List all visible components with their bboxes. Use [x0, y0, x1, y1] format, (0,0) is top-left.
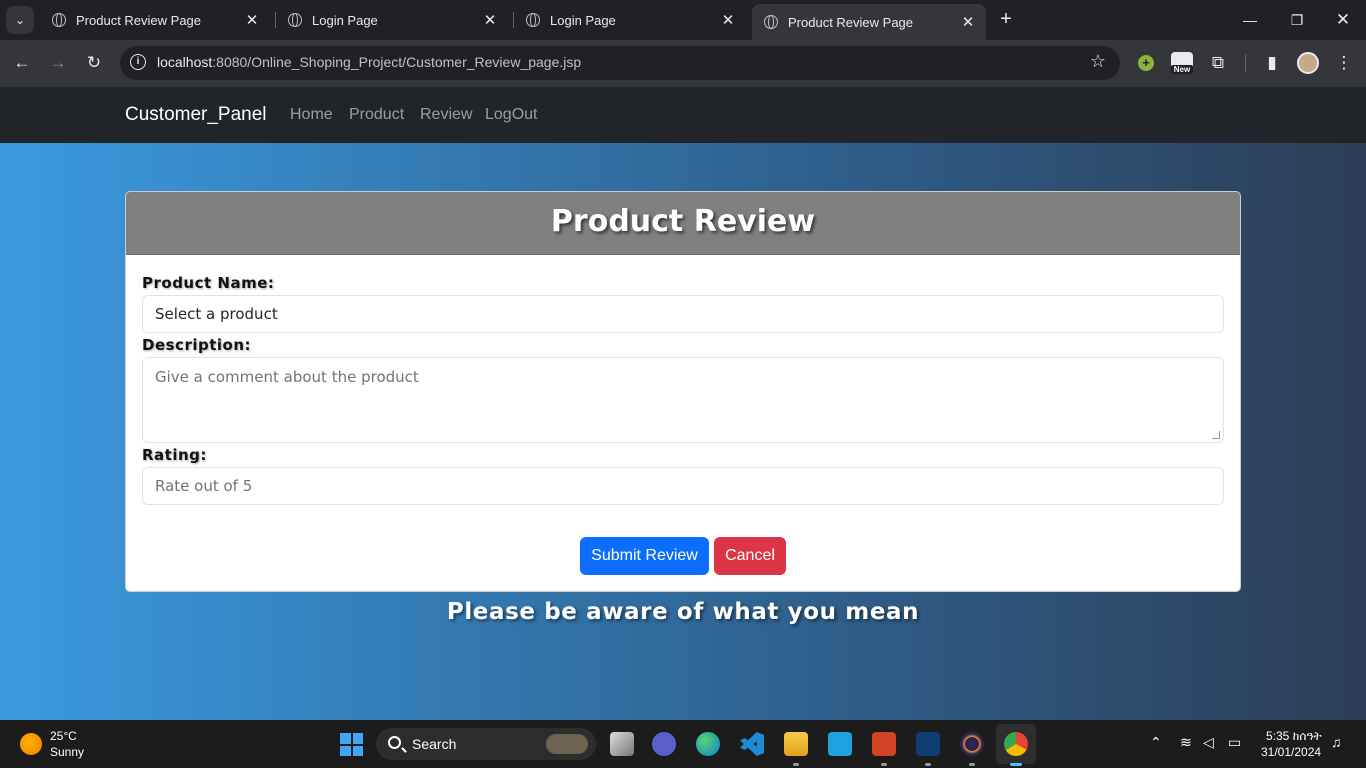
- review-form-card: Product Review Product Name: Select a pr…: [125, 191, 1241, 592]
- rating-input[interactable]: Rate out of 5: [142, 467, 1224, 505]
- cancel-button[interactable]: Cancel: [714, 537, 786, 575]
- tab-title: Login Page: [312, 12, 378, 28]
- close-icon[interactable]: ✕: [480, 11, 500, 29]
- windows-start-icon[interactable]: [340, 733, 363, 756]
- close-icon[interactable]: ✕: [718, 11, 738, 29]
- close-icon[interactable]: ✕: [242, 11, 262, 29]
- weather-sun-icon[interactable]: [20, 733, 42, 755]
- search-label: Search: [412, 736, 457, 752]
- active-indicator: [1010, 763, 1022, 766]
- globe-icon: [52, 13, 66, 27]
- desktop-app-icon[interactable]: [828, 732, 852, 756]
- volume-icon[interactable]: ◁: [1203, 734, 1214, 751]
- running-indicator: [793, 763, 799, 766]
- eclipse-icon[interactable]: [960, 732, 984, 756]
- running-indicator: [969, 763, 975, 766]
- browser-tab-2[interactable]: Login Page ✕: [276, 6, 508, 34]
- browser-tab-3[interactable]: Login Page ✕: [514, 6, 746, 34]
- address-bar[interactable]: i localhost:8080/Online_Shoping_Project/…: [120, 46, 1120, 80]
- tray-chevron-up-icon[interactable]: ⌃: [1150, 734, 1162, 751]
- rating-placeholder: Rate out of 5: [155, 477, 253, 495]
- teams-chat-icon[interactable]: [652, 732, 676, 756]
- profile-avatar[interactable]: [1297, 52, 1319, 74]
- file-explorer-icon[interactable]: [784, 732, 808, 756]
- tab-title: Product Review Page: [76, 12, 202, 28]
- browser-menu-kebab-icon[interactable]: ⋮: [1331, 50, 1357, 76]
- url-host: localhost: [157, 54, 213, 70]
- nav-link-review[interactable]: Review: [420, 106, 472, 124]
- clock-time[interactable]: 5:35 ከሰዓት: [1266, 729, 1322, 744]
- toolbar-separator: [1245, 54, 1246, 72]
- product-select-value: Select a product: [155, 305, 278, 323]
- browser-tab-4-active[interactable]: Product Review Page ✕: [752, 4, 986, 40]
- globe-icon: [526, 13, 540, 27]
- task-view-icon[interactable]: [610, 732, 634, 756]
- browser-toolbar: ← → ↻ i localhost:8080/Online_Shoping_Pr…: [0, 40, 1366, 87]
- navbar-brand[interactable]: Customer_Panel: [125, 104, 267, 126]
- browser-tab-strip: ⌄ Product Review Page ✕ Login Page ✕ Log…: [0, 0, 1366, 40]
- extension-new-badge: New: [1171, 65, 1193, 74]
- nav-link-product[interactable]: Product: [349, 106, 404, 124]
- wifi-icon[interactable]: ≋: [1180, 734, 1192, 751]
- weather-temperature[interactable]: 25°C: [50, 729, 77, 743]
- vscode-icon[interactable]: [740, 732, 764, 756]
- taskbar-search[interactable]: Search: [376, 728, 596, 760]
- running-indicator: [881, 763, 887, 766]
- taskbar: 25°C Sunny Search ⌃ ≋ ◁ ▭ 5:35 ከሰዓት 31/0…: [0, 720, 1366, 768]
- url-path: :8080/Online_Shoping_Project/Customer_Re…: [212, 54, 582, 70]
- forward-arrow-icon[interactable]: →: [45, 50, 71, 76]
- nav-link-home[interactable]: Home: [290, 106, 333, 124]
- chrome-icon[interactable]: [1004, 732, 1028, 756]
- description-placeholder: Give a comment about the product: [155, 368, 419, 386]
- mysql-workbench-icon[interactable]: [916, 732, 940, 756]
- tab-search-chevron-icon[interactable]: ⌄: [6, 6, 34, 34]
- new-tab-plus-icon[interactable]: +: [994, 8, 1018, 32]
- site-info-icon[interactable]: i: [130, 54, 146, 70]
- close-icon[interactable]: ✕: [958, 13, 978, 31]
- restore-icon[interactable]: ❐: [1285, 8, 1309, 32]
- extension-new-icon[interactable]: New: [1171, 52, 1193, 74]
- description-textarea[interactable]: Give a comment about the product: [142, 357, 1224, 443]
- product-select[interactable]: Select a product: [142, 295, 1224, 333]
- bookmark-star-icon[interactable]: ☆: [1090, 51, 1106, 72]
- clock-date[interactable]: 31/01/2024: [1261, 745, 1321, 759]
- weather-description[interactable]: Sunny: [50, 745, 84, 759]
- card-header: Product Review: [126, 192, 1240, 255]
- notification-bell-icon[interactable]: ♫: [1331, 734, 1342, 750]
- extension-plus-icon[interactable]: +: [1138, 55, 1154, 71]
- submit-review-button[interactable]: Submit Review: [580, 537, 709, 575]
- product-name-label: Product Name:: [142, 274, 275, 292]
- reload-icon[interactable]: ↻: [81, 50, 107, 76]
- globe-icon: [764, 15, 778, 29]
- minimize-icon[interactable]: —: [1238, 8, 1262, 32]
- form-title: Product Review: [550, 204, 816, 239]
- back-arrow-icon[interactable]: ←: [9, 50, 35, 76]
- url-text[interactable]: localhost:8080/Online_Shoping_Project/Cu…: [157, 54, 581, 70]
- extensions-puzzle-icon[interactable]: ⧉: [1205, 50, 1231, 76]
- running-indicator: [925, 763, 931, 766]
- search-highlight-icon: [546, 734, 588, 754]
- browser-tab-1[interactable]: Product Review Page ✕: [40, 6, 270, 34]
- tab-title: Login Page: [550, 12, 616, 28]
- rating-label: Rating:: [142, 446, 207, 464]
- footer-note: Please be aware of what you mean: [446, 599, 920, 625]
- side-panel-icon[interactable]: ▮: [1259, 50, 1285, 76]
- page-content: Customer_Panel Home Product Review LogOu…: [0, 87, 1366, 720]
- battery-icon[interactable]: ▭: [1228, 734, 1241, 751]
- search-icon: [388, 736, 401, 749]
- globe-icon: [288, 13, 302, 27]
- description-label: Description:: [142, 336, 252, 354]
- edge-browser-icon[interactable]: [696, 732, 720, 756]
- nav-link-logout[interactable]: LogOut: [485, 106, 537, 124]
- navbar: Customer_Panel Home Product Review LogOu…: [0, 87, 1366, 143]
- window-close-icon[interactable]: ✕: [1331, 8, 1355, 32]
- tab-title: Product Review Page: [788, 14, 914, 30]
- powerpoint-icon[interactable]: [872, 732, 896, 756]
